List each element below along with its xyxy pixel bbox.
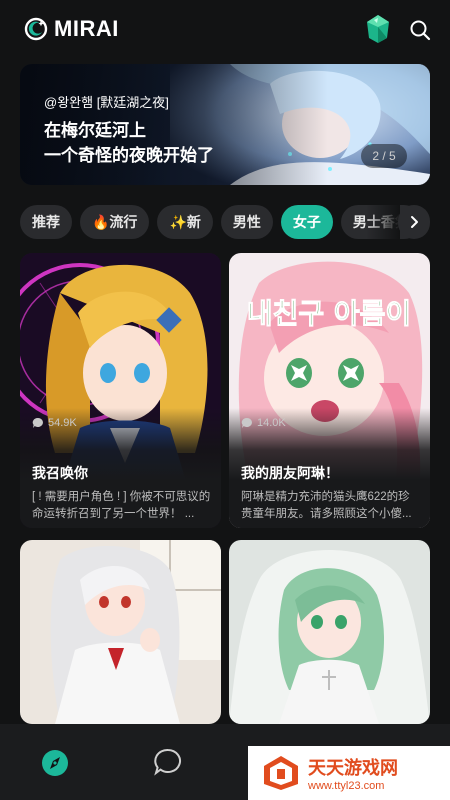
app-name: MIRAI [54,16,119,41]
card-stat: 14.0K [241,417,286,429]
character-card[interactable] [20,540,221,724]
card-description: [ ! 需要用户角色 ! ] 你被不可思议的命运转折召到了另一个世界！ ... [32,491,211,520]
watermark-url: www.ttyl23.com [308,780,385,792]
card-description: 阿琳是精力充沛的猫头鹰622的珍贵童年朋友。请多照顾这个小傻... [241,491,412,520]
card-title: 我召唤你 [32,465,88,481]
card-stat: 54.9K [32,417,77,429]
chat-count-icon [241,417,252,428]
moon-logo-icon [24,17,48,41]
app-header: MIRAI [0,0,450,60]
compass-icon[interactable] [41,749,69,777]
character-card[interactable] [229,540,430,724]
chevron-right-icon [411,216,418,228]
watermark-logo-icon [264,756,298,790]
chat-count-icon [32,417,43,428]
character-card[interactable]: 54.9K 我召唤你 [ ! 需要用户角色 ! ] 你被不可思议的命运转折召到了… [20,253,221,528]
site-watermark: 天天游戏网 www.ttyl23.com [248,746,450,800]
chat-bubble-icon[interactable] [154,748,182,776]
banner-author: @왕완햄 [默廷湖之夜] [44,95,169,110]
banner-title-line1: 在梅尔廷河上 [44,121,146,140]
card-art-caption: 내친구 아름이 [247,297,411,330]
character-portrait [20,540,221,724]
app-logo: MIRAI [24,16,119,42]
watermark-title: 天天游戏网 [308,758,398,778]
chip-new[interactable]: ✨新 [157,205,213,239]
chip-recommended[interactable]: 推荐 [20,205,72,239]
banner-title-line2: 一个奇怪的夜晚开始了 [44,146,214,165]
chips-scroll-right-button[interactable] [398,205,430,239]
search-icon[interactable] [408,18,432,42]
chip-female[interactable]: 女子 [280,205,333,239]
chip-male[interactable]: 男性 [220,205,273,239]
card-stat-value: 14.0K [257,417,286,429]
chips-fade [366,205,400,239]
gem-icon[interactable] [365,14,391,44]
card-title: 我的朋友阿琳！ [241,465,339,481]
card-stat-value: 54.9K [48,417,77,429]
chip-trending[interactable]: 🔥流行 [80,205,150,239]
banner-page-indicator: 2 / 5 [361,144,407,168]
character-portrait [229,540,430,724]
character-card[interactable]: 내친구 아름이 14.0K 我的朋友阿琳！ 阿琳是精力充沛的猫头鹰622的珍贵童… [229,253,430,528]
